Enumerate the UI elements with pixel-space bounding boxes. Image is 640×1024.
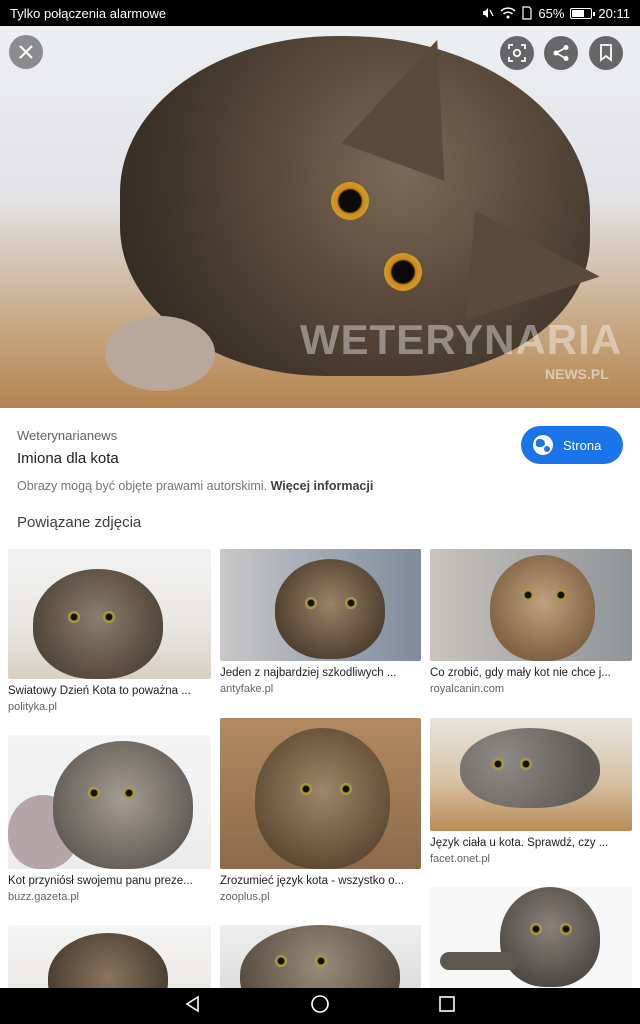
system-nav-bar <box>0 988 640 1024</box>
lens-icon <box>508 44 526 62</box>
related-item[interactable]: Kot przyniósł swojemu panu preze... buzz… <box>8 735 211 903</box>
related-item[interactable] <box>8 925 211 988</box>
lens-button[interactable] <box>500 36 534 70</box>
related-domain: royalcanin.com <box>430 683 504 695</box>
related-thumb <box>430 549 632 661</box>
close-icon <box>19 45 33 59</box>
related-item[interactable]: Światowy Dzień Kota to poważna ... polit… <box>8 549 211 713</box>
copyright-text: Obrazy mogą być objęte prawami autorskim… <box>17 479 268 493</box>
related-caption: Język ciała u kota. Sprawdź, czy ... <box>430 837 609 849</box>
related-thumb <box>220 925 421 988</box>
battery-fill <box>572 9 585 17</box>
related-caption: Światowy Dzień Kota to poważna ... <box>8 685 191 697</box>
wifi-icon <box>500 7 516 19</box>
status-bar: Tylko połączenia alarmowe 65% 20:11 <box>0 0 640 26</box>
related-item[interactable]: Co zrobić, gdy mały kot nie chce j... ro… <box>430 549 632 695</box>
related-thumb <box>8 549 211 679</box>
home-button[interactable] <box>310 994 330 1019</box>
clock: 20:11 <box>598 5 630 21</box>
image-watermark-sub: NEWS.PL <box>545 366 609 382</box>
visit-site-label: Strona <box>563 437 602 453</box>
close-button[interactable] <box>9 35 43 69</box>
battery-icon <box>570 7 596 19</box>
related-item[interactable]: Jeden z najbardziej szkodliwych ... anty… <box>220 549 421 695</box>
related-thumb <box>430 887 632 988</box>
cat-paw <box>105 316 215 391</box>
related-item[interactable] <box>430 887 632 988</box>
cat-eye-right <box>384 253 422 291</box>
battery-percent: 65% <box>538 5 565 21</box>
related-thumb <box>430 718 632 831</box>
related-thumb <box>8 925 211 988</box>
copyright-notice: Obrazy mogą być objęte prawami autorskim… <box>17 479 373 493</box>
recents-icon <box>439 995 455 1012</box>
related-domain: zooplus.pl <box>220 891 270 903</box>
cat-eye-left <box>331 182 369 220</box>
related-domain: buzz.gazeta.pl <box>8 891 79 903</box>
related-thumb <box>8 735 211 869</box>
back-icon <box>185 995 199 1012</box>
carrier-text: Tylko połączenia alarmowe <box>10 5 167 21</box>
related-caption: Jeden z najbardziej szkodliwych ... <box>220 667 397 679</box>
share-icon <box>553 45 569 61</box>
home-icon <box>311 994 329 1013</box>
bookmark-icon <box>600 44 612 62</box>
related-caption: Zrozumieć język kota - wszystko o... <box>220 875 405 887</box>
main-image[interactable]: WETERYNARIA NEWS.PL <box>0 26 640 408</box>
related-domain: polityka.pl <box>8 701 57 713</box>
related-thumb <box>220 549 421 661</box>
related-thumb <box>220 718 421 869</box>
related-domain: facet.onet.pl <box>430 853 490 865</box>
image-watermark: WETERYNARIA <box>300 316 623 363</box>
related-item[interactable] <box>220 925 421 988</box>
back-button[interactable] <box>184 995 202 1018</box>
more-info-link[interactable]: Więcej informacji <box>271 479 374 493</box>
related-caption: Co zrobić, gdy mały kot nie chce j... <box>430 667 611 679</box>
related-heading: Powiązane zdjęcia <box>17 514 142 531</box>
status-icons: 65% 20:11 <box>480 6 630 21</box>
related-caption: Kot przyniósł swojemu panu preze... <box>8 875 193 887</box>
visit-site-button[interactable]: Strona <box>521 426 623 464</box>
share-button[interactable] <box>544 36 578 70</box>
related-domain: antyfake.pl <box>220 683 274 695</box>
mute-icon <box>483 8 494 18</box>
recents-button[interactable] <box>438 995 456 1018</box>
source-name: Weterynarianews <box>17 428 118 443</box>
related-item[interactable]: Język ciała u kota. Sprawdź, czy ... fac… <box>430 718 632 865</box>
save-button[interactable] <box>589 36 623 70</box>
related-item[interactable]: Zrozumieć język kota - wszystko o... zoo… <box>220 718 421 903</box>
globe-icon <box>533 435 553 455</box>
page-title[interactable]: Imiona dla kota <box>17 450 119 467</box>
sim-icon <box>522 6 532 20</box>
